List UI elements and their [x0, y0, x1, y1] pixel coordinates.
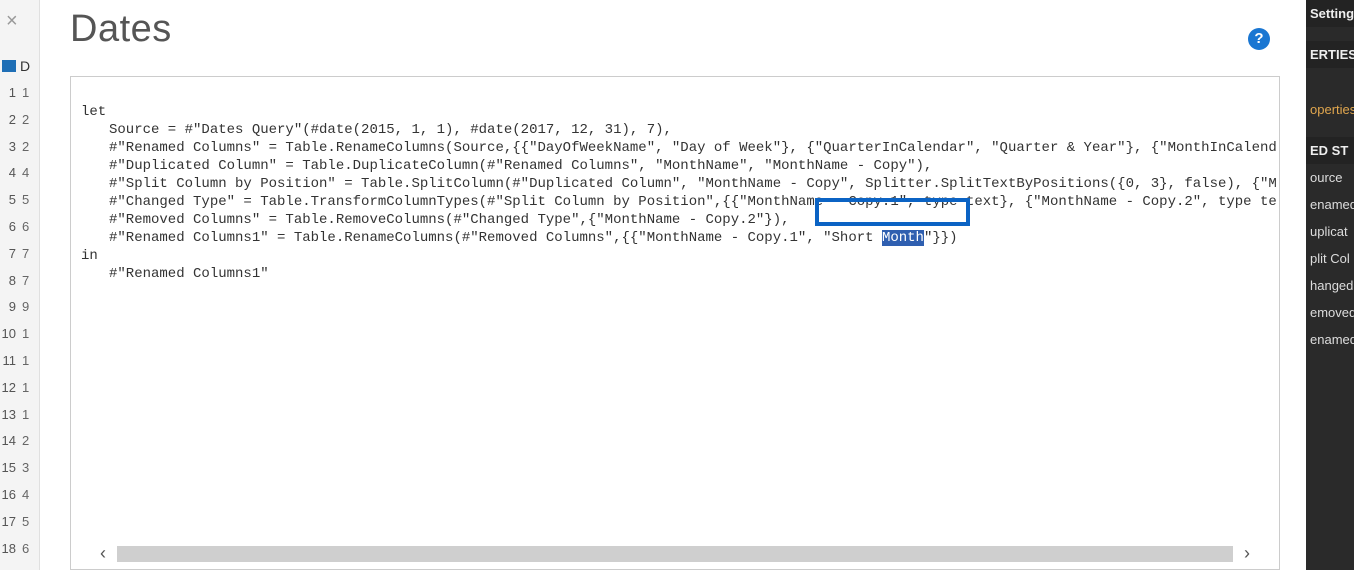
- applied-step[interactable]: enamed: [1306, 326, 1354, 353]
- row-number: 4: [0, 160, 20, 187]
- table-letter: D: [20, 58, 30, 74]
- row-frag: 7: [22, 268, 40, 295]
- code-line: #"Split Column by Position" = Table.Spli…: [81, 176, 1277, 192]
- applied-step[interactable]: emoved: [1306, 299, 1354, 326]
- code-area[interactable]: let Source = #"Dates Query"(#date(2015, …: [71, 77, 1279, 539]
- row-number: 5: [0, 187, 20, 214]
- row-number: 12: [0, 375, 20, 402]
- row-frag: 1: [22, 375, 40, 402]
- row-number: 11: [0, 348, 20, 375]
- row-number: 6: [0, 214, 20, 241]
- row-number-gutter: 1 2 3 4 5 6 7 8 9 10 11 12 13 14 15 16 1…: [0, 80, 20, 562]
- settings-header: Settings: [1306, 0, 1354, 27]
- applied-steps-header: ED ST: [1306, 137, 1354, 164]
- row-number: 2: [0, 107, 20, 134]
- row-number: 13: [0, 402, 20, 429]
- row-data-fragments: 1 2 2 4 5 6 7 7 9 1 1 1 1 2 3 4 5 6: [22, 80, 40, 562]
- row-frag: 5: [22, 509, 40, 536]
- scroll-right-button[interactable]: ›: [1233, 540, 1261, 568]
- table-icon: [2, 60, 16, 72]
- row-number: 9: [0, 294, 20, 321]
- row-frag: 1: [22, 402, 40, 429]
- row-frag: 5: [22, 187, 40, 214]
- scroll-left-button[interactable]: ‹: [89, 540, 117, 568]
- row-number: 16: [0, 482, 20, 509]
- row-frag: 1: [22, 80, 40, 107]
- applied-step[interactable]: ource: [1306, 164, 1354, 191]
- code-line: #"Duplicated Column" = Table.DuplicateCo…: [81, 158, 932, 174]
- row-number: 3: [0, 134, 20, 161]
- row-frag: 1: [22, 348, 40, 375]
- row-number: 17: [0, 509, 20, 536]
- row-frag: 2: [22, 107, 40, 134]
- row-number: 15: [0, 455, 20, 482]
- row-number: 8: [0, 268, 20, 295]
- applied-step[interactable]: plit Col: [1306, 245, 1354, 272]
- row-number: 18: [0, 536, 20, 563]
- row-frag: 9: [22, 294, 40, 321]
- row-frag: 2: [22, 134, 40, 161]
- code-line: #"Renamed Columns" = Table.RenameColumns…: [81, 140, 1277, 156]
- row-frag: 3: [22, 455, 40, 482]
- code-line: let: [81, 104, 106, 120]
- scroll-thumb[interactable]: [117, 546, 1233, 562]
- applied-step[interactable]: hanged: [1306, 272, 1354, 299]
- all-properties-link[interactable]: operties: [1306, 96, 1354, 123]
- row-number: 14: [0, 428, 20, 455]
- row-frag: 7: [22, 241, 40, 268]
- row-frag: 6: [22, 536, 40, 563]
- code-line: #"Removed Columns" = Table.RemoveColumns…: [81, 212, 790, 228]
- row-frag: 2: [22, 428, 40, 455]
- row-number: 10: [0, 321, 20, 348]
- code-line: in: [81, 248, 98, 264]
- row-frag: 1: [22, 321, 40, 348]
- code-editor[interactable]: let Source = #"Dates Query"(#date(2015, …: [70, 76, 1280, 570]
- code-line: #"Renamed Columns1" = Table.RenameColumn…: [81, 230, 958, 246]
- left-gutter: × D 1 2 3 4 5 6 7 8 9 10 11 12 13 14 15 …: [0, 0, 40, 570]
- close-icon[interactable]: ×: [6, 10, 18, 33]
- horizontal-scrollbar[interactable]: ‹ ›: [89, 539, 1261, 569]
- row-frag: 6: [22, 214, 40, 241]
- row-number: 1: [0, 80, 20, 107]
- row-number: 7: [0, 241, 20, 268]
- code-line: #"Renamed Columns1": [81, 266, 269, 282]
- page-title: Dates: [70, 8, 172, 51]
- code-line: #"Changed Type" = Table.TransformColumnT…: [81, 194, 1277, 210]
- selected-text: Month: [882, 230, 924, 246]
- query-settings-panel: Settings ERTIES operties ED ST ource ena…: [1306, 0, 1354, 570]
- code-line: Source = #"Dates Query"(#date(2015, 1, 1…: [81, 122, 672, 138]
- applied-step[interactable]: uplicat: [1306, 218, 1354, 245]
- advanced-editor-panel: Dates ? let Source = #"Dates Query"(#dat…: [50, 0, 1300, 570]
- applied-step[interactable]: enamed: [1306, 191, 1354, 218]
- scroll-track[interactable]: [117, 546, 1233, 562]
- row-frag: 4: [22, 160, 40, 187]
- row-frag: 4: [22, 482, 40, 509]
- help-icon[interactable]: ?: [1248, 28, 1270, 50]
- properties-header: ERTIES: [1306, 41, 1354, 68]
